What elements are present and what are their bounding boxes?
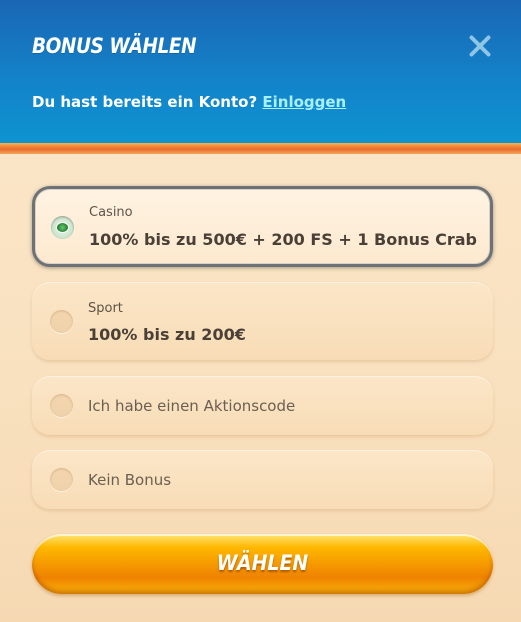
bonus-option-casino[interactable]: Casino 100% bis zu 500€ + 200 FS + 1 Bon… [32, 186, 493, 267]
bonus-option-promo-code[interactable]: Ich habe einen Aktionscode [32, 376, 493, 435]
login-link[interactable]: Einloggen [262, 93, 346, 111]
option-label: Ich habe einen Aktionscode [88, 397, 296, 415]
login-prompt: Du hast bereits ein Konto? Einloggen [32, 93, 346, 111]
choose-button[interactable]: WÄHLEN [32, 534, 493, 594]
option-offer: 100% bis zu 200€ [88, 325, 246, 344]
header-divider [0, 143, 521, 154]
bonus-option-none[interactable]: Kein Bonus [32, 450, 493, 509]
modal-title: BONUS WÄHLEN [32, 34, 197, 58]
radio-no-bonus[interactable] [50, 468, 73, 491]
option-offer: 100% bis zu 500€ + 200 FS + 1 Bonus Crab [89, 230, 477, 249]
login-prompt-text: Du hast bereits ein Konto? [32, 93, 258, 111]
option-label: Kein Bonus [88, 471, 172, 489]
radio-sport[interactable] [50, 310, 73, 333]
option-category: Sport [88, 301, 123, 316]
choose-button-label: WÄHLEN [216, 551, 309, 575]
bonus-modal: BONUS WÄHLEN Du hast bereits ein Konto? … [0, 0, 521, 622]
modal-header: BONUS WÄHLEN Du hast bereits ein Konto? … [0, 0, 521, 146]
close-icon[interactable] [467, 33, 493, 59]
radio-casino[interactable] [51, 216, 74, 239]
bonus-option-sport[interactable]: Sport 100% bis zu 200€ [32, 282, 493, 360]
radio-promo-code[interactable] [50, 394, 73, 417]
option-category: Casino [89, 205, 133, 220]
radio-selected-dot [57, 223, 68, 232]
